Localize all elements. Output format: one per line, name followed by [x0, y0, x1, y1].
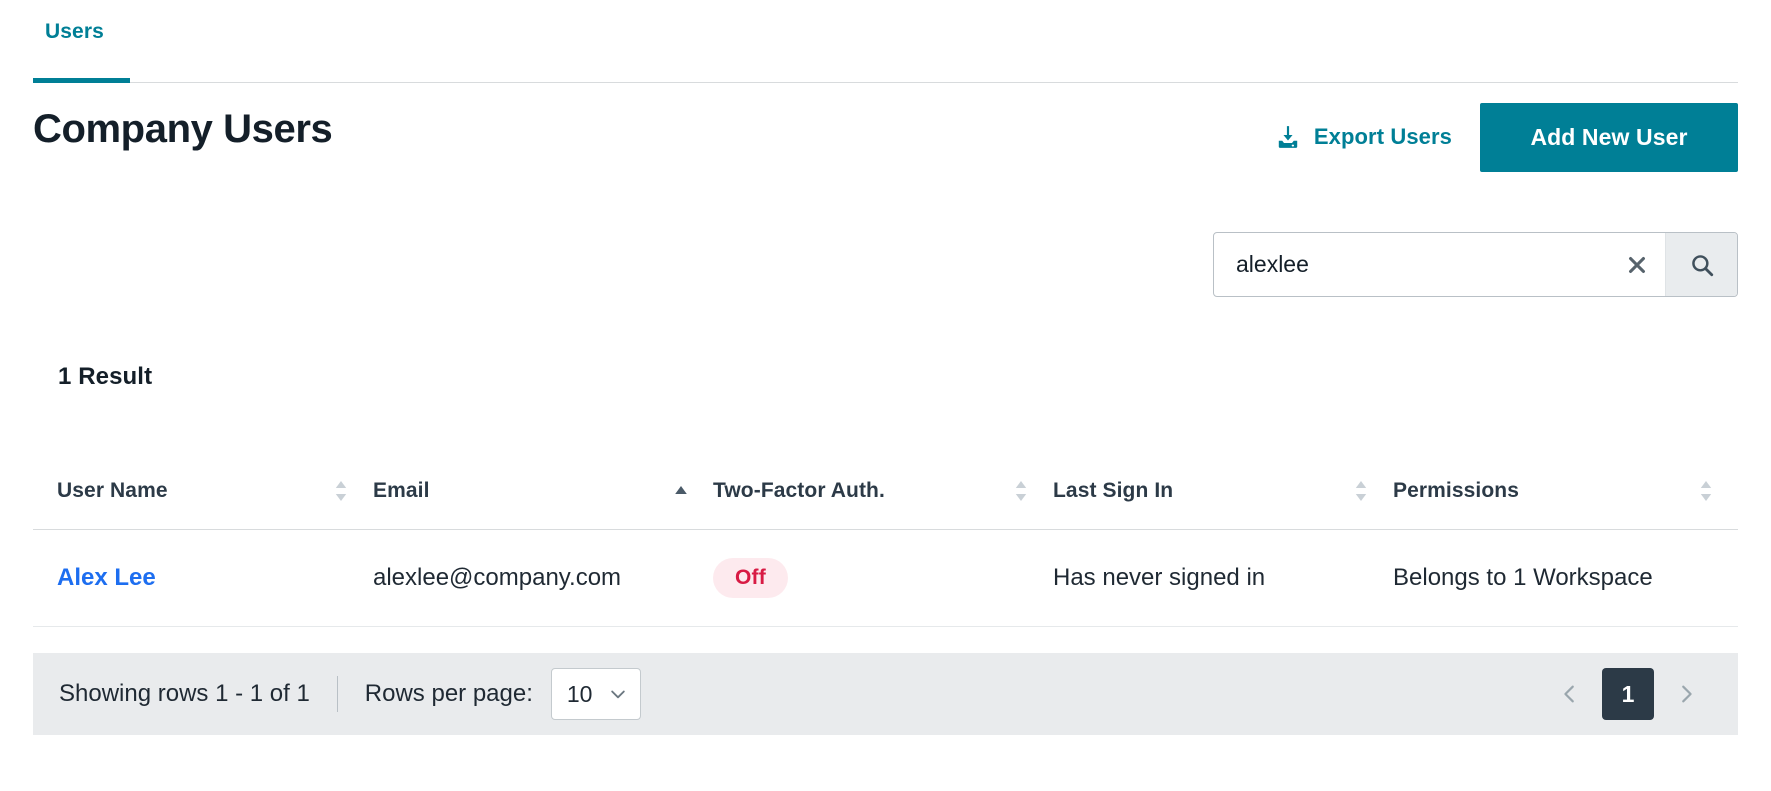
- search-submit-button[interactable]: [1665, 233, 1737, 296]
- column-header-last-sign-in-label: Last Sign In: [1053, 478, 1174, 502]
- status-badge: Off: [713, 558, 788, 598]
- cell-permissions: Belongs to 1 Workspace: [1393, 530, 1738, 626]
- sort-none-icon: [333, 478, 349, 504]
- pagination: 1: [1548, 668, 1708, 720]
- previous-page-button[interactable]: [1548, 672, 1592, 716]
- chevron-right-icon: [1675, 683, 1697, 705]
- cell-user-name: Alex Lee: [33, 530, 373, 626]
- export-users-label: Export Users: [1313, 124, 1452, 149]
- cell-last-sign-in: Has never signed in: [1053, 530, 1393, 626]
- download-icon: [1275, 124, 1301, 150]
- rows-per-page-select[interactable]: 10: [550, 668, 641, 720]
- result-count: 1 Result: [58, 363, 153, 390]
- search-bar: [1213, 232, 1738, 297]
- tab-bar-divider: [33, 82, 1738, 83]
- tab-users-label: Users: [45, 20, 104, 43]
- table-footer: Showing rows 1 - 1 of 1 Rows per page: 1…: [33, 653, 1738, 735]
- footer-divider: [336, 676, 338, 712]
- column-header-permissions[interactable]: Permissions: [1393, 452, 1738, 529]
- column-header-permissions-label: Permissions: [1393, 478, 1519, 502]
- cell-email: alexlee@company.com: [373, 530, 713, 626]
- next-page-button[interactable]: [1664, 672, 1708, 716]
- users-table: User Name Email Two-Factor Auth. Last Si…: [33, 452, 1738, 627]
- chevron-left-icon: [1559, 683, 1581, 705]
- column-header-two-factor-auth-label: Two-Factor Auth.: [713, 478, 885, 502]
- email-text: alexlee@company.com: [373, 564, 622, 591]
- search-icon: [1689, 252, 1715, 278]
- rows-per-page-value: 10: [566, 680, 593, 707]
- users-page: Users Company Users Export Users Add New…: [0, 0, 1771, 791]
- table-row: Alex Lee alexlee@company.com Off Has nev…: [33, 530, 1738, 627]
- column-header-two-factor-auth[interactable]: Two-Factor Auth.: [713, 452, 1053, 529]
- export-users-button[interactable]: Export Users: [1273, 118, 1454, 156]
- column-header-user-name-label: User Name: [57, 478, 168, 502]
- last-sign-in-text: Has never signed in: [1053, 564, 1266, 591]
- user-name-link[interactable]: Alex Lee: [57, 564, 156, 592]
- column-header-last-sign-in[interactable]: Last Sign In: [1053, 452, 1393, 529]
- page-number-button[interactable]: 1: [1602, 668, 1654, 720]
- cell-two-factor-auth: Off: [713, 530, 1053, 626]
- sort-none-icon: [1698, 478, 1714, 504]
- column-header-email[interactable]: Email: [373, 452, 713, 529]
- rows-per-page-label: Rows per page:: [364, 680, 533, 707]
- page-title: Company Users: [33, 107, 333, 151]
- header-actions: Export Users Add New User: [1273, 98, 1738, 176]
- showing-rows-text: Showing rows 1 - 1 of 1: [59, 680, 310, 707]
- page-header: Company Users Export Users Add New User: [33, 98, 1738, 176]
- search-input[interactable]: [1214, 233, 1609, 296]
- chevron-down-icon: [608, 684, 628, 704]
- add-new-user-button[interactable]: Add New User: [1480, 102, 1738, 172]
- tab-active-indicator: [33, 78, 130, 83]
- close-icon: [1626, 254, 1648, 276]
- column-header-email-label: Email: [373, 478, 430, 502]
- tab-bar: Users: [0, 0, 1771, 83]
- column-header-user-name[interactable]: User Name: [33, 452, 373, 529]
- footer-left: Showing rows 1 - 1 of 1 Rows per page: 1…: [59, 668, 641, 720]
- sort-none-icon: [1353, 478, 1369, 504]
- permissions-text: Belongs to 1 Workspace: [1393, 564, 1653, 591]
- tab-users[interactable]: Users: [33, 20, 116, 83]
- sort-ascending-icon: [673, 478, 689, 504]
- add-new-user-label: Add New User: [1530, 123, 1688, 150]
- sort-none-icon: [1013, 478, 1029, 504]
- table-header-row: User Name Email Two-Factor Auth. Last Si…: [33, 452, 1738, 530]
- clear-search-button[interactable]: [1609, 233, 1665, 296]
